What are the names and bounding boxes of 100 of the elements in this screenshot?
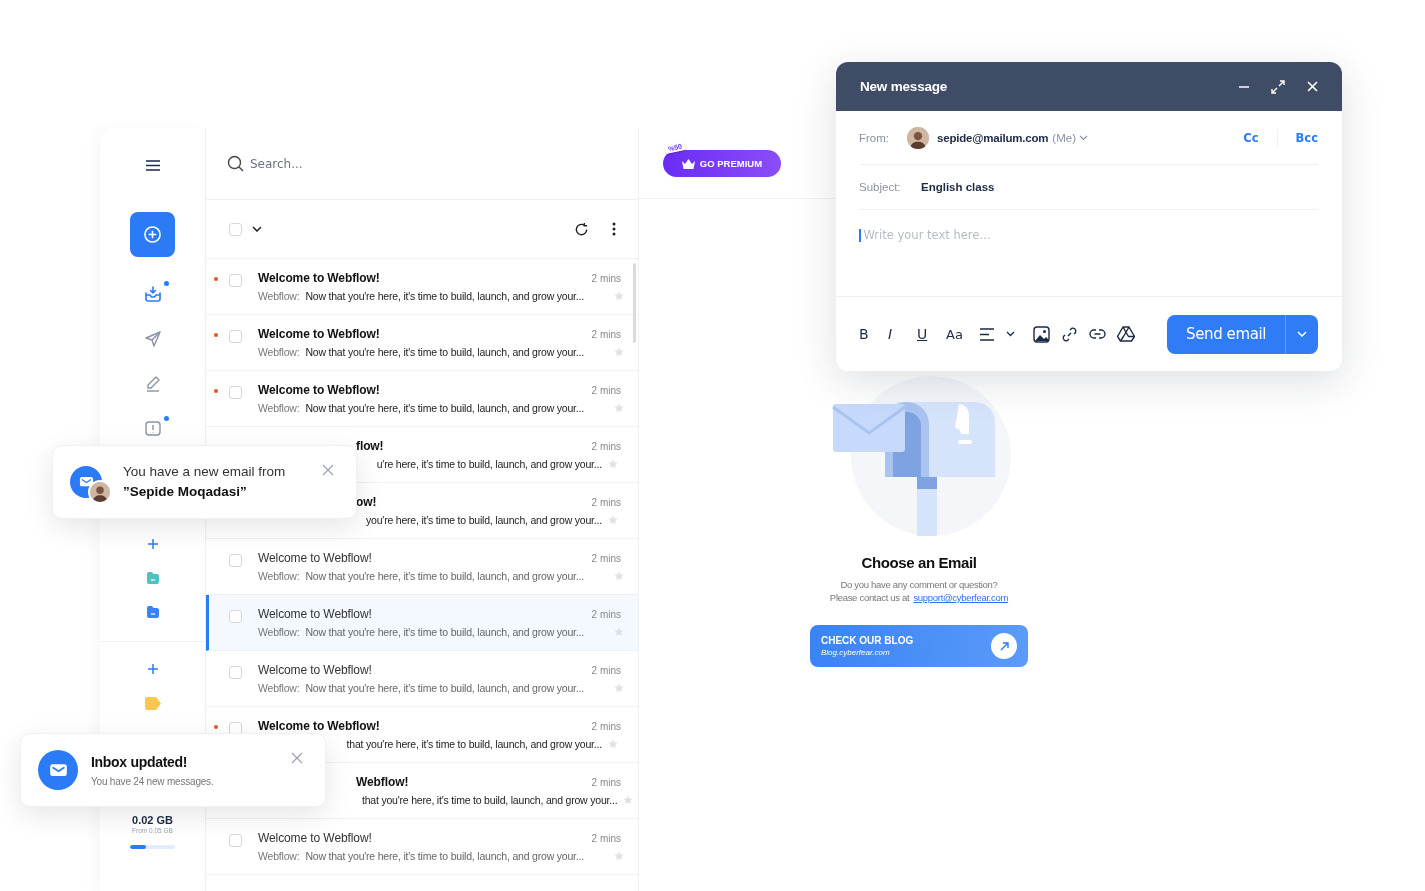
row-checkbox[interactable] [229, 610, 242, 623]
email-sender: Webflow: [258, 570, 300, 582]
unread-dot [214, 389, 218, 393]
email-row[interactable]: Welcome to Webflow! 2 mins Webflow: Now that you're here, it's time to build, launch, and grow your... [206, 371, 638, 427]
star-icon[interactable] [608, 739, 618, 749]
message-field[interactable]: Write your text here… [863, 228, 1164, 242]
email-sender: Webflow: [258, 850, 300, 862]
empty-title: Choose an Email [861, 554, 977, 571]
email-time: 2 mins [591, 328, 621, 340]
star-icon[interactable] [613, 851, 624, 861]
cc-button[interactable]: Cc [1243, 130, 1259, 145]
premium-button[interactable]: GO PREMIUM [663, 150, 781, 177]
link-icon[interactable] [1061, 325, 1078, 343]
email-subject: Welcome to Webflow! [258, 663, 372, 677]
image-icon[interactable] [1033, 325, 1050, 343]
unread-dot [214, 277, 218, 281]
email-time: 2 mins [591, 440, 621, 452]
email-time: 2 mins [591, 608, 621, 620]
arrow-icon [999, 641, 1009, 651]
email-time: 2 mins [591, 720, 621, 732]
mail-icon [38, 750, 78, 790]
row-checkbox[interactable] [229, 274, 242, 287]
search-field[interactable]: Search... [250, 156, 450, 171]
email-sender: Webflow: [258, 402, 300, 414]
email-preview: Now that you're here, it's time to build, launch, and grow your... [305, 682, 584, 694]
add-folder-icon[interactable] [145, 537, 160, 551]
avatar [88, 480, 112, 504]
row-checkbox[interactable] [229, 330, 242, 343]
menu-icon[interactable] [145, 160, 160, 171]
star-icon[interactable] [623, 795, 634, 805]
email-time: 2 mins [591, 496, 621, 508]
chevron-down-icon[interactable] [1006, 331, 1015, 337]
email-row[interactable]: Welcome to Webflow! 2 mins Webflow: Now that you're here, it's time to build, launch, and grow your... [206, 819, 638, 875]
email-preview: Now that you're here, it's time to build, launch, and grow your... [305, 570, 584, 582]
format-button[interactable]: B [859, 326, 888, 342]
star-icon[interactable] [608, 515, 618, 525]
from-suffix: (Me) [1052, 131, 1076, 144]
star-icon[interactable] [613, 683, 624, 693]
email-preview: Now that you're here, it's time to build, launch, and grow your... [305, 290, 584, 302]
star-icon[interactable] [613, 571, 624, 581]
format-button[interactable]: U [917, 326, 946, 342]
star-icon[interactable] [608, 459, 618, 469]
star-icon[interactable] [613, 347, 624, 357]
row-checkbox[interactable] [229, 834, 242, 847]
email-sender: Webflow: [258, 682, 300, 694]
support-link[interactable]: support@cyberfear.com [913, 592, 1009, 603]
email-sender: Webflow: [258, 626, 300, 638]
star-icon[interactable] [613, 403, 624, 413]
row-checkbox[interactable] [229, 386, 242, 399]
plus-circle-icon [143, 225, 162, 244]
email-subject: ow! [356, 495, 377, 509]
text-cursor [859, 229, 861, 242]
from-label: From: [859, 131, 891, 144]
email-subject: Webflow! [356, 775, 409, 789]
email-sender: Webflow: [258, 346, 300, 358]
format-button[interactable]: Aa [946, 326, 980, 342]
add-label-icon[interactable] [145, 662, 160, 676]
email-subject: Welcome to Webflow! [258, 327, 380, 341]
from-address[interactable]: sepide@mailum.com [937, 131, 1049, 144]
email-row[interactable]: Welcome to Webflow! 2 mins Webflow: Now that you're here, it's time to build, launch, and grow your... [206, 595, 638, 651]
tag-icon[interactable] [144, 697, 161, 710]
drive-icon[interactable] [1117, 326, 1135, 342]
refresh-icon[interactable] [574, 221, 589, 237]
avatar [907, 126, 929, 149]
subject-field[interactable]: English class [921, 181, 995, 193]
email-time: 2 mins [591, 384, 621, 396]
email-subject: Welcome to Webflow! [258, 719, 380, 733]
link-icon[interactable] [1089, 328, 1106, 340]
email-preview: u're here, it's time to build, launch, and grow your... [376, 458, 602, 470]
email-time: 2 mins [591, 272, 621, 284]
contact-text: Please contact us at [829, 592, 910, 603]
unread-dot [214, 333, 218, 337]
help-text: Do you have any comment or question? [840, 579, 998, 590]
row-checkbox[interactable] [229, 666, 242, 679]
compose-title: New message [860, 79, 949, 94]
compose-button[interactable] [130, 212, 175, 257]
row-checkbox[interactable] [229, 554, 242, 567]
email-row[interactable]: Welcome to Webflow! 2 mins Webflow: Now that you're here, it's time to build, launch, and grow your... [206, 651, 638, 707]
chevron-down-icon[interactable] [252, 226, 262, 232]
star-icon[interactable] [613, 291, 624, 301]
email-time: 2 mins [591, 552, 621, 564]
email-sender: Webflow: [258, 290, 300, 302]
format-button[interactable]: I [888, 326, 917, 342]
crown-icon [681, 158, 695, 169]
email-preview: Now that you're here, it's time to build, launch, and grow your... [305, 346, 584, 358]
storage-used: 0.02 GB [132, 814, 173, 826]
expand-icon[interactable] [1271, 79, 1285, 94]
toast-title: Inbox updated! [91, 753, 189, 770]
email-subject: Welcome to Webflow! [258, 831, 372, 845]
email-preview: you're here, it's time to build, launch, and grow your... [366, 514, 602, 526]
email-preview: Now that you're here, it's time to build, launch, and grow your... [305, 402, 584, 414]
subject-label: Subject: [859, 181, 902, 193]
star-icon[interactable] [613, 627, 624, 637]
more-icon[interactable] [612, 222, 616, 236]
align-icon[interactable] [980, 327, 995, 341]
bcc-button[interactable]: Bcc [1295, 130, 1318, 145]
select-all-checkbox[interactable] [229, 222, 242, 236]
email-subject: Welcome to Webflow! [258, 551, 372, 565]
scrollbar[interactable] [633, 263, 636, 343]
search-icon [227, 155, 244, 172]
